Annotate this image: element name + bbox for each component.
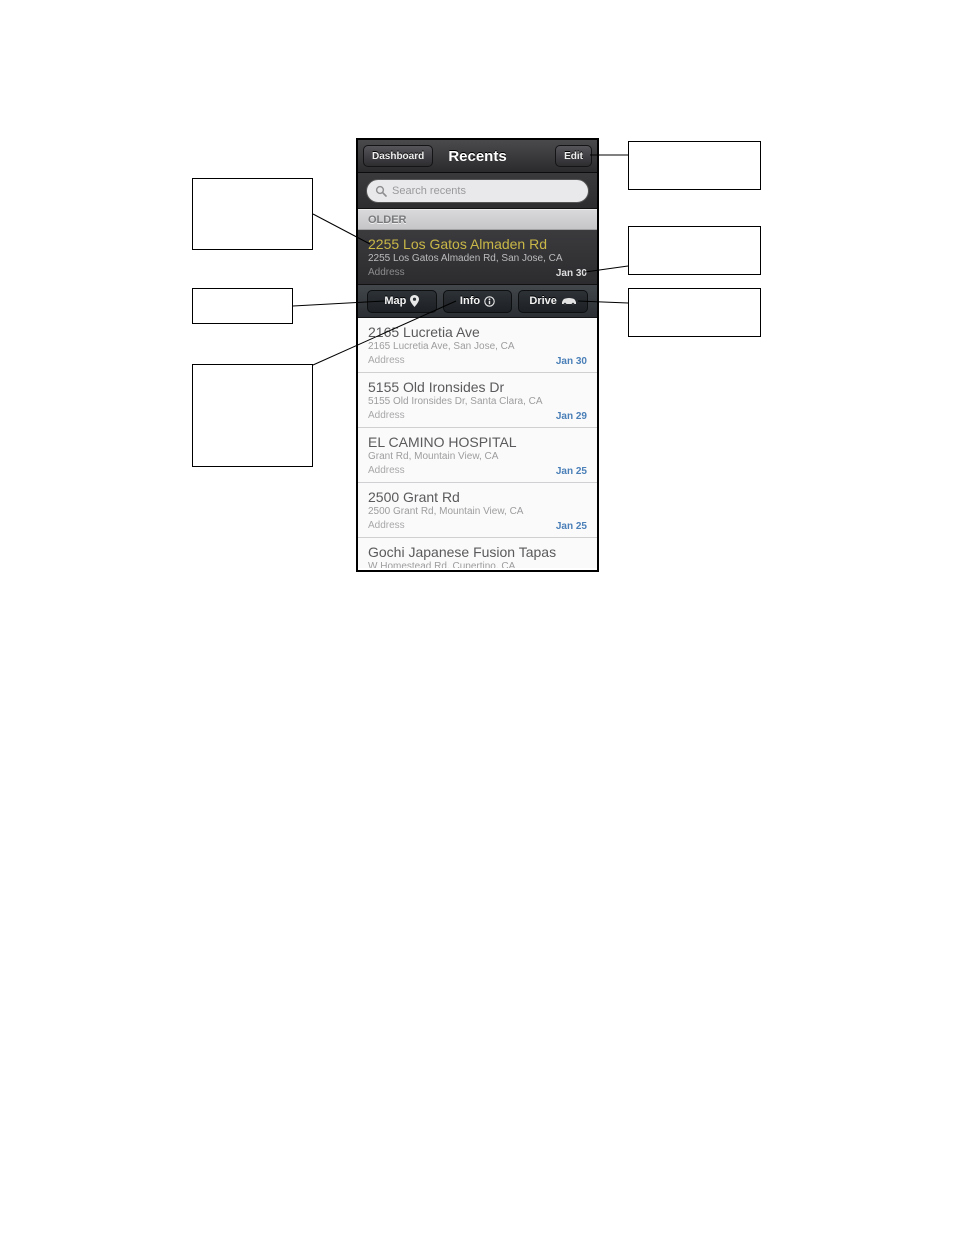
callout-box [192, 364, 313, 467]
car-icon [561, 297, 577, 306]
row-title: 5155 Old Ironsides Dr [368, 379, 587, 395]
row-type: Address [368, 266, 587, 279]
row-date: Jan 30 [556, 268, 587, 279]
callout-box [628, 288, 761, 337]
row-subtitle: 5155 Old Ironsides Dr, Santa Clara, CA [368, 396, 587, 408]
map-button[interactable]: Map [367, 290, 437, 313]
drive-button-label: Drive [529, 295, 557, 307]
row-type: Address [368, 354, 587, 367]
search-input[interactable]: Search recents [366, 179, 589, 203]
search-icon [375, 185, 387, 197]
recent-row-selected[interactable]: 2255 Los Gatos Almaden Rd 2255 Los Gatos… [358, 230, 597, 285]
row-subtitle: 2500 Grant Rd, Mountain View, CA [368, 506, 587, 518]
row-type: Address [368, 409, 587, 422]
nav-title: Recents [448, 148, 506, 165]
row-date: Jan 30 [556, 356, 587, 367]
recent-list: 2165 Lucretia Ave 2165 Lucretia Ave, San… [358, 318, 597, 568]
row-subtitle: Grant Rd, Mountain View, CA [368, 451, 587, 463]
callout-box [628, 226, 761, 275]
map-button-label: Map [384, 295, 406, 307]
row-title: 2165 Lucretia Ave [368, 324, 587, 340]
callout-box [192, 288, 293, 324]
recent-row[interactable]: Gochi Japanese Fusion Tapas W Homestead … [358, 538, 597, 568]
drive-button[interactable]: Drive [518, 290, 588, 313]
row-date: Jan 25 [556, 521, 587, 532]
row-type: Address [368, 464, 587, 477]
recent-row[interactable]: 5155 Old Ironsides Dr 5155 Old Ironsides… [358, 373, 597, 428]
recent-row[interactable]: 2500 Grant Rd 2500 Grant Rd, Mountain Vi… [358, 483, 597, 538]
section-header-older: OLDER [358, 209, 597, 230]
row-date: Jan 29 [556, 411, 587, 422]
row-title: Gochi Japanese Fusion Tapas [368, 544, 587, 560]
callout-box [628, 141, 761, 190]
search-bar: Search recents [358, 173, 597, 209]
info-icon [484, 296, 495, 307]
search-placeholder: Search recents [392, 185, 466, 197]
info-button-label: Info [460, 295, 480, 307]
row-subtitle: W Homestead Rd, Cupertino, CA [368, 561, 587, 568]
action-bar: Map Info Drive [358, 285, 597, 318]
info-button[interactable]: Info [443, 290, 513, 313]
row-title: EL CAMINO HOSPITAL [368, 434, 587, 450]
row-title: 2500 Grant Rd [368, 489, 587, 505]
row-subtitle: 2255 Los Gatos Almaden Rd, San Jose, CA [368, 253, 587, 265]
row-subtitle: 2165 Lucretia Ave, San Jose, CA [368, 341, 587, 353]
row-type: Address [368, 519, 587, 532]
recent-row[interactable]: 2165 Lucretia Ave 2165 Lucretia Ave, San… [358, 318, 597, 373]
row-date: Jan 25 [556, 466, 587, 477]
nav-bar: Dashboard Recents Edit [358, 140, 597, 173]
edit-button[interactable]: Edit [555, 145, 592, 167]
dashboard-button[interactable]: Dashboard [363, 145, 433, 167]
phone-screen: Dashboard Recents Edit Search recents OL… [356, 138, 599, 572]
pin-icon [410, 295, 419, 307]
row-title: 2255 Los Gatos Almaden Rd [368, 236, 587, 252]
recent-row[interactable]: EL CAMINO HOSPITAL Grant Rd, Mountain Vi… [358, 428, 597, 483]
callout-box [192, 178, 313, 250]
